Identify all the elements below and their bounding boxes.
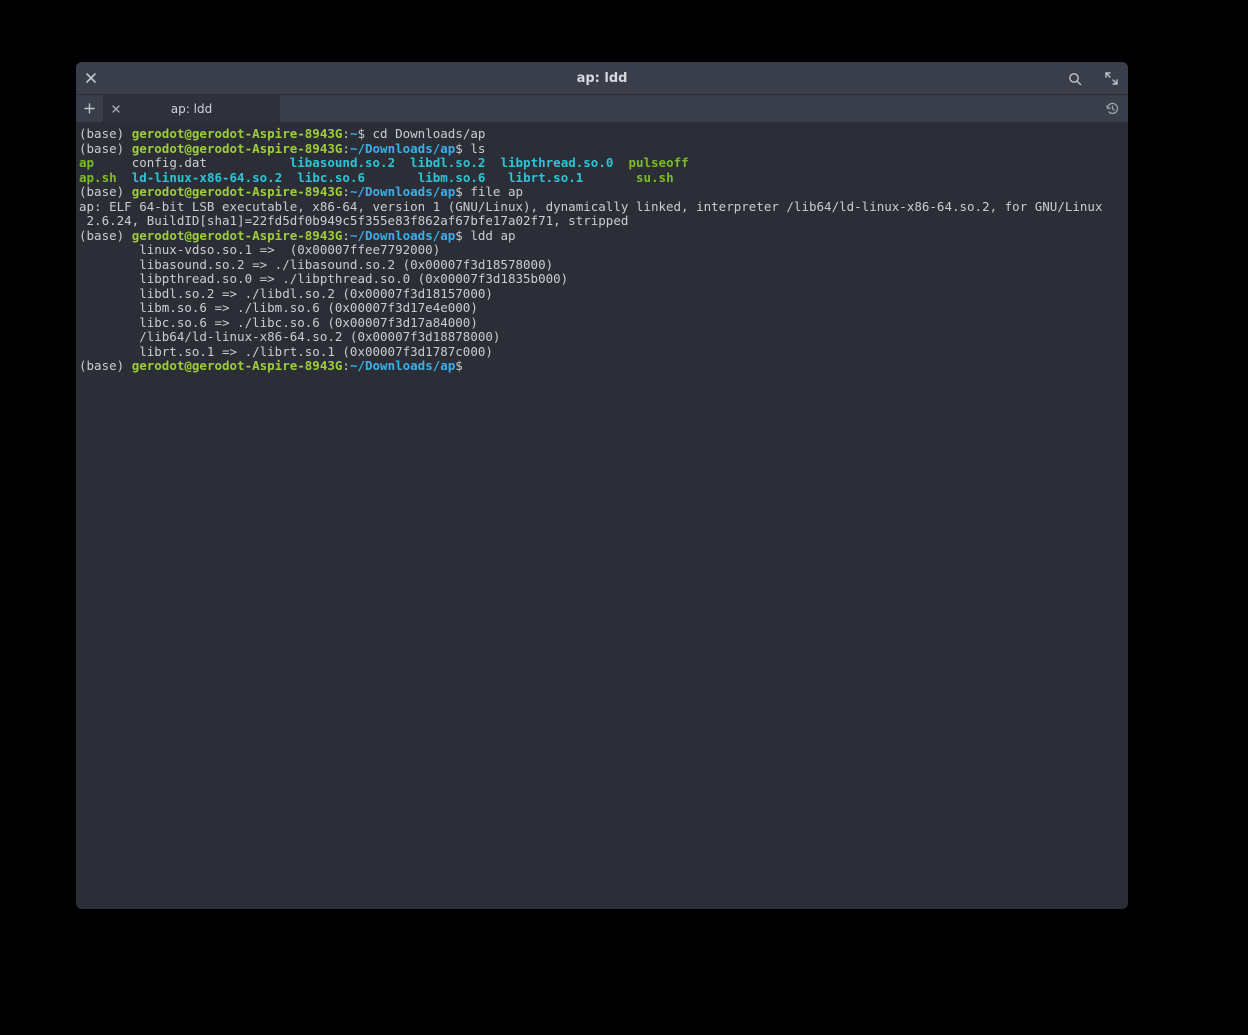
terminal-line: /lib64/ld-linux-x86-64.so.2 (0x00007f3d1… bbox=[79, 330, 1125, 345]
terminal-line: (base) gerodot@gerodot-Aspire-8943G:~$ c… bbox=[79, 127, 1125, 142]
terminal-line: libasound.so.2 => ./libasound.so.2 (0x00… bbox=[79, 258, 1125, 273]
tab-active[interactable]: ap: ldd bbox=[104, 95, 280, 122]
new-tab-button[interactable] bbox=[76, 95, 104, 122]
terminal-line: (base) gerodot@gerodot-Aspire-8943G:~/Do… bbox=[79, 185, 1125, 200]
history-icon bbox=[1105, 101, 1120, 116]
terminal-line: ap.sh ld-linux-x86-64.so.2 libc.so.6 lib… bbox=[79, 171, 1125, 186]
titlebar: ap: ldd bbox=[76, 62, 1128, 95]
terminal-window: ap: ldd ap: ldd bbox=[76, 62, 1128, 909]
terminal-line: ap config.dat libasound.so.2 libdl.so.2 … bbox=[79, 156, 1125, 171]
terminal-line: 2.6.24, BuildID[sha1]=22fd5df0b949c5f355… bbox=[79, 214, 1125, 229]
terminal-line: libc.so.6 => ./libc.so.6 (0x00007f3d17a8… bbox=[79, 316, 1125, 331]
close-icon bbox=[112, 105, 120, 113]
window-close-button[interactable] bbox=[76, 62, 106, 95]
tabbar: ap: ldd bbox=[76, 95, 1128, 123]
window-title: ap: ldd bbox=[76, 71, 1128, 86]
terminal-line: (base) gerodot@gerodot-Aspire-8943G:~/Do… bbox=[79, 229, 1125, 244]
plus-icon bbox=[84, 103, 95, 114]
tabbar-spacer bbox=[280, 95, 1096, 122]
terminal-line: libdl.so.2 => ./libdl.so.2 (0x00007f3d18… bbox=[79, 287, 1125, 302]
search-icon bbox=[1068, 72, 1082, 86]
terminal-line: ap: ELF 64-bit LSB executable, x86-64, v… bbox=[79, 200, 1125, 215]
search-button[interactable] bbox=[1064, 62, 1086, 95]
terminal-line: (base) gerodot@gerodot-Aspire-8943G:~/Do… bbox=[79, 359, 1125, 374]
terminal-line: libm.so.6 => ./libm.so.6 (0x00007f3d17e4… bbox=[79, 301, 1125, 316]
history-button[interactable] bbox=[1096, 95, 1128, 122]
tab-close-button[interactable] bbox=[104, 105, 128, 113]
fullscreen-button[interactable] bbox=[1100, 62, 1122, 95]
terminal-output[interactable]: (base) gerodot@gerodot-Aspire-8943G:~$ c… bbox=[76, 123, 1128, 909]
terminal-line: linux-vdso.so.1 => (0x00007ffee7792000) bbox=[79, 243, 1125, 258]
close-icon bbox=[86, 73, 96, 83]
fullscreen-icon bbox=[1105, 72, 1118, 85]
tab-label: ap: ldd bbox=[128, 102, 279, 116]
terminal-line: (base) gerodot@gerodot-Aspire-8943G:~/Do… bbox=[79, 142, 1125, 157]
terminal-line: libpthread.so.0 => ./libpthread.so.0 (0x… bbox=[79, 272, 1125, 287]
terminal-line: librt.so.1 => ./librt.so.1 (0x00007f3d17… bbox=[79, 345, 1125, 360]
